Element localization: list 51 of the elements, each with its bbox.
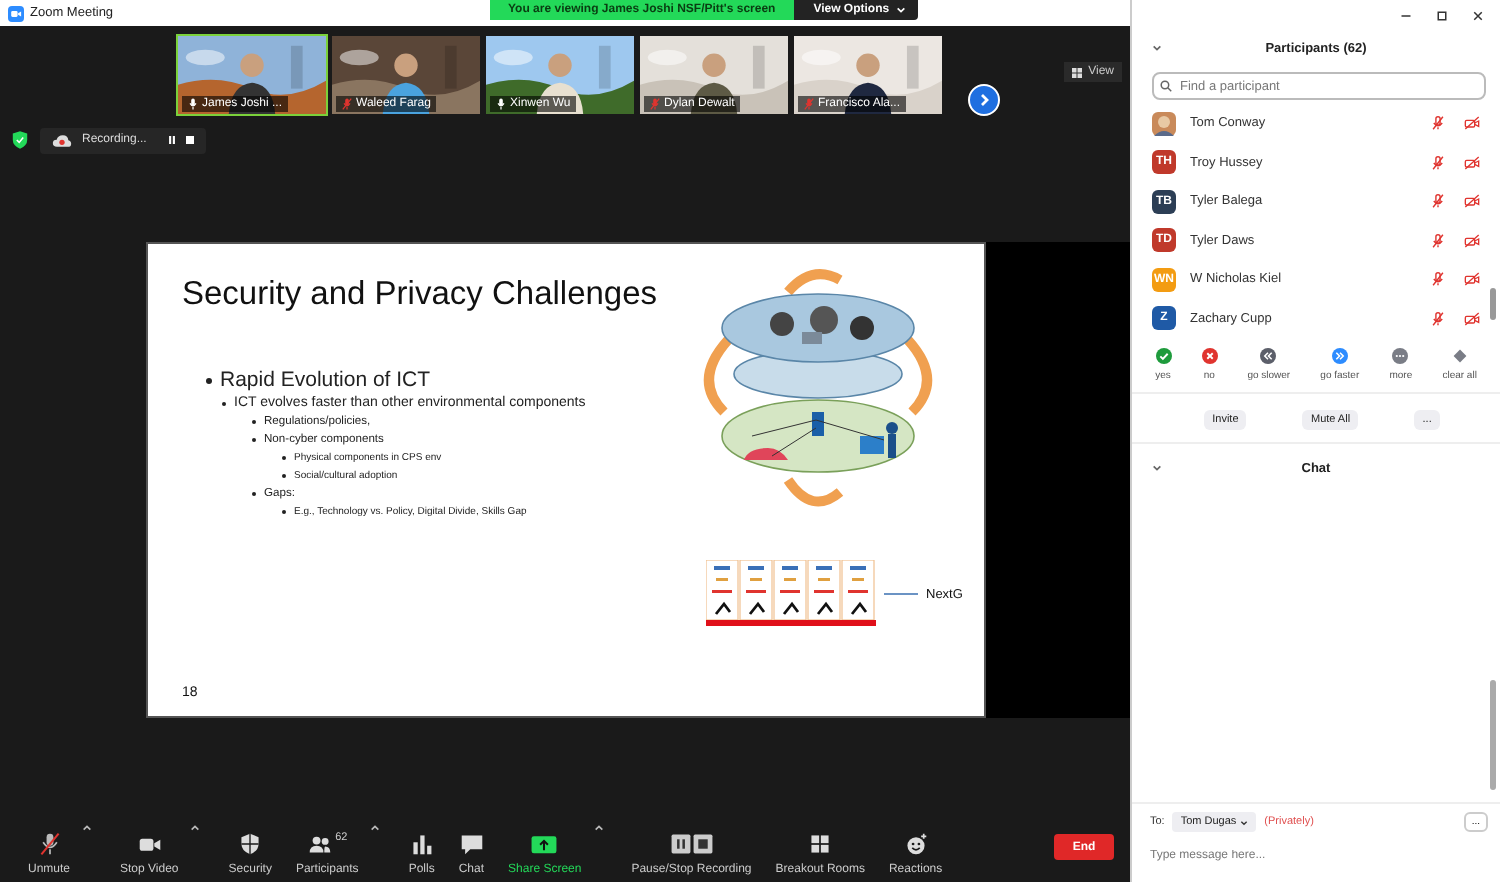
chevron-down-icon[interactable] — [1152, 44, 1162, 52]
caret-icon[interactable] — [190, 824, 201, 832]
caret-icon — [1240, 819, 1249, 825]
people-icon — [307, 832, 332, 856]
smiley-icon — [903, 832, 928, 856]
speech-bubble-icon — [459, 832, 484, 856]
scrollbar[interactable] — [1490, 288, 1496, 320]
caret-icon[interactable] — [370, 824, 381, 832]
bar-chart-icon — [409, 832, 434, 856]
muted-mic-icon[interactable] — [1430, 311, 1446, 326]
video-off-icon[interactable] — [1464, 194, 1480, 209]
check-icon — [1155, 348, 1172, 364]
search-icon — [1160, 80, 1172, 92]
next-page-button[interactable] — [968, 84, 1000, 116]
pause-icon[interactable] — [168, 136, 176, 144]
caret-icon[interactable] — [82, 824, 93, 832]
muted-mic-icon[interactable] — [1430, 233, 1446, 248]
muted-mic-icon[interactable] — [1430, 116, 1446, 131]
eraser-icon — [1451, 348, 1468, 364]
zoom-logo-icon — [8, 5, 24, 21]
muted-mic-icon[interactable] — [1430, 194, 1446, 209]
video-off-icon[interactable] — [1464, 233, 1480, 248]
pause-stop-icon — [669, 832, 714, 856]
muted-mic-icon[interactable] — [1430, 272, 1446, 287]
caret-icon — [895, 6, 906, 14]
muted-mic-icon — [37, 832, 61, 856]
video-off-icon[interactable] — [1464, 155, 1480, 170]
shield-icon — [12, 130, 28, 150]
shield-icon — [238, 832, 263, 856]
maximize-icon[interactable] — [1436, 9, 1448, 21]
minimize-icon[interactable] — [1400, 9, 1412, 21]
slide-title: Security and Privacy Challenges — [182, 276, 660, 314]
chevron-right-icon — [976, 92, 992, 108]
scrollbar[interactable] — [1490, 680, 1496, 790]
fast-forward-icon — [1331, 348, 1348, 364]
video-off-icon[interactable] — [1464, 116, 1480, 131]
grid-icon — [808, 832, 833, 856]
video-off-icon[interactable] — [1464, 311, 1480, 326]
video-off-icon[interactable] — [1464, 272, 1480, 287]
close-icon[interactable] — [1472, 9, 1484, 21]
more-icon — [1392, 348, 1409, 364]
bullet-icon — [206, 377, 212, 383]
grid-icon — [1072, 67, 1083, 77]
muted-mic-icon[interactable] — [1430, 155, 1446, 170]
rewind-icon — [1260, 348, 1277, 364]
share-screen-icon — [530, 832, 559, 856]
caret-icon[interactable] — [593, 824, 604, 832]
cloud-icon — [52, 133, 72, 147]
chevron-down-icon[interactable] — [1152, 464, 1162, 472]
bullet-text: Rapid Evolution of ICT — [220, 368, 431, 392]
close-icon — [1201, 348, 1218, 364]
